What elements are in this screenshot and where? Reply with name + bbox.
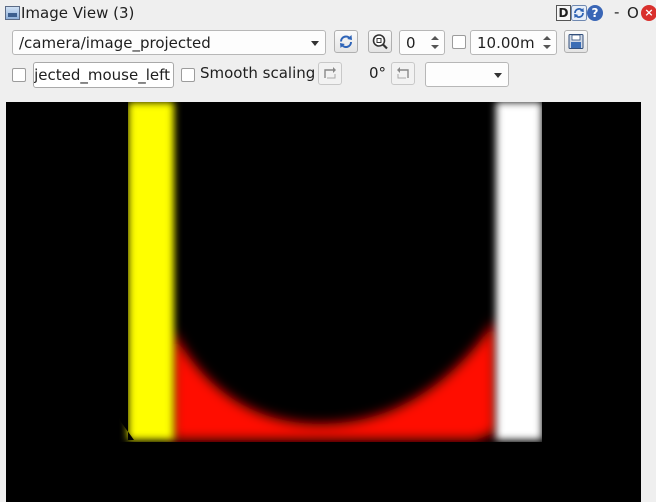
reload-icon[interactable] [571, 5, 587, 21]
rotate-left-icon [324, 67, 336, 79]
zoom-fit-button[interactable] [368, 30, 392, 53]
close-button[interactable]: × [641, 5, 656, 21]
image-display[interactable] [6, 102, 641, 502]
save-icon [568, 34, 584, 49]
right-white-lane [496, 102, 542, 440]
smooth-scaling-label: Smooth scaling [200, 64, 316, 82]
distance-spinbox[interactable]: 10.00m [470, 30, 557, 55]
window-title: Image View (3) [21, 4, 135, 22]
left-yellow-lane [128, 102, 174, 440]
rotate-left-button[interactable] [318, 62, 342, 85]
spin-up-icon[interactable] [431, 36, 439, 40]
zoom-value: 0 [406, 34, 416, 52]
zoom-icon [372, 34, 388, 50]
distance-value: 10.00m [477, 34, 535, 52]
minimize-button[interactable]: - [614, 3, 619, 21]
mouse-topic-field[interactable]: ojected_mouse_left [33, 62, 174, 88]
topic-value: /camera/image_projected [19, 34, 211, 52]
spin-up-icon[interactable] [543, 36, 551, 40]
rotate-right-button[interactable] [391, 62, 415, 85]
float-button[interactable]: O [627, 4, 639, 22]
save-image-button[interactable] [564, 30, 588, 53]
rotation-combo[interactable] [425, 62, 509, 87]
mouse-publish-checkbox[interactable] [12, 68, 26, 82]
bottom-mask [6, 442, 641, 502]
chevron-down-icon [494, 73, 502, 78]
help-button[interactable]: ? [587, 5, 603, 21]
mouse-topic-value: ojected_mouse_left [33, 66, 170, 84]
camera-image [6, 102, 641, 502]
refresh-topics-button[interactable] [334, 30, 358, 53]
smooth-scaling-checkbox[interactable] [181, 68, 195, 82]
refresh-icon [340, 35, 352, 48]
rotate-right-icon [397, 67, 409, 79]
dock-toggle-button[interactable]: D [556, 5, 571, 21]
title-bar: Image View (3) D ? - O × [0, 0, 656, 27]
distance-checkbox[interactable] [452, 35, 466, 49]
image-view-icon [5, 6, 20, 20]
topic-combo[interactable]: /camera/image_projected [12, 30, 326, 55]
zoom-spinbox[interactable]: 0 [399, 30, 445, 55]
spin-down-icon[interactable] [543, 45, 551, 49]
chevron-down-icon [311, 41, 319, 46]
spin-down-icon[interactable] [431, 45, 439, 49]
rotation-label: 0° [369, 64, 387, 82]
